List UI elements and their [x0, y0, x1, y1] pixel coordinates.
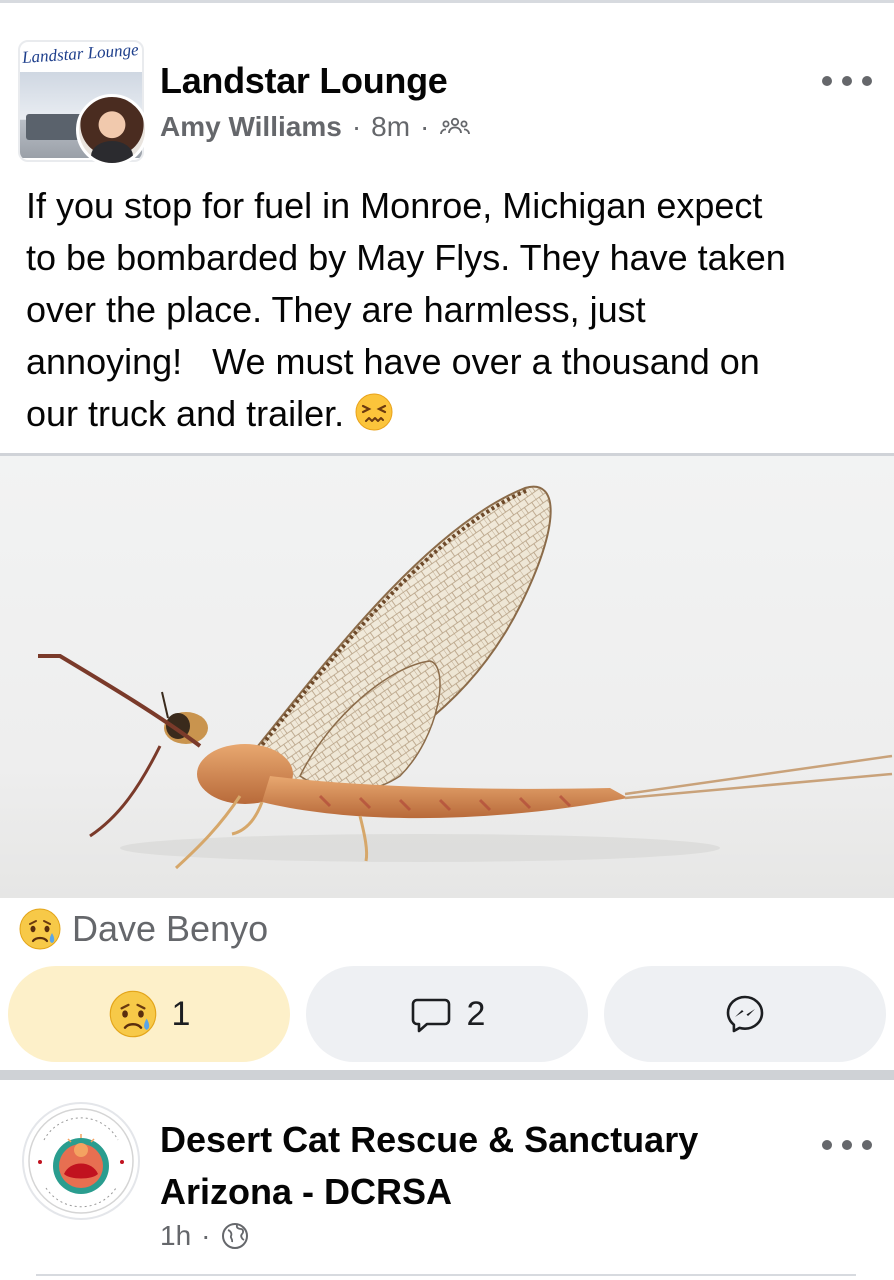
reactor-name: Dave Benyo — [72, 908, 269, 949]
share-button[interactable] — [604, 966, 886, 1062]
post-text-line-last: our truck and trailer. — [26, 388, 876, 440]
more-dot-icon — [862, 76, 872, 86]
comment-button[interactable]: 2 — [306, 966, 588, 1062]
post-time[interactable]: 8m — [371, 111, 410, 143]
more-dot-icon — [822, 1140, 832, 1150]
post-meta-2: 1h · — [160, 1220, 250, 1252]
sad-face-icon — [19, 908, 61, 950]
group-name[interactable]: Landstar Lounge — [160, 60, 448, 102]
comment-count: 2 — [466, 994, 486, 1033]
bottom-divider — [36, 1274, 856, 1280]
globe-icon — [222, 1223, 249, 1249]
post-text-line: our truck and trailer. — [26, 393, 345, 434]
more-dot-icon — [842, 76, 852, 86]
author-name[interactable]: Amy Williams — [160, 111, 342, 143]
post-text-line: If you stop for fuel in Monroe, Michigan… — [26, 185, 763, 226]
reaction-button[interactable]: 1 — [8, 966, 290, 1062]
org-avatar[interactable] — [22, 1102, 140, 1220]
post-action-bar: 1 2 — [8, 966, 886, 1062]
reaction-count: 1 — [171, 994, 191, 1033]
post-text-line: annoying! We must have over a thousand o… — [26, 341, 760, 382]
feed-separator — [0, 1070, 894, 1080]
more-options-button[interactable] — [822, 1130, 872, 1160]
comment-icon — [411, 998, 450, 1033]
more-dot-icon — [822, 76, 832, 86]
post-header-2: Desert Cat Rescue & Sanctuary Arizona - … — [0, 1080, 894, 1280]
top-divider — [0, 0, 894, 3]
more-dot-icon — [862, 1140, 872, 1150]
author-avatar[interactable] — [76, 94, 148, 166]
org-name[interactable]: Desert Cat Rescue & Sanctuary Arizona - … — [160, 1114, 800, 1218]
post-header: Landstar Lounge Landstar Lounge Amy Will… — [0, 18, 894, 166]
meta-separator: · — [201, 1220, 211, 1251]
reactions-summary[interactable]: Dave Benyo — [18, 906, 268, 952]
more-options-button[interactable] — [822, 66, 872, 96]
post-text-line: to be bombarded by May Flys. They have t… — [26, 237, 786, 278]
post-time[interactable]: 1h — [160, 1220, 191, 1252]
post-text: If you stop for fuel in Monroe, Michigan… — [26, 180, 876, 440]
members-icon — [440, 117, 471, 135]
post-text-line: over the place. They are harmless, just — [26, 289, 646, 330]
confounded-face-icon — [355, 393, 393, 431]
post-meta: Amy Williams · 8m · — [160, 111, 471, 143]
group-logo-text: Landstar Lounge — [21, 40, 140, 68]
meta-separator: · — [351, 111, 362, 142]
mayfly-photo[interactable] — [0, 456, 894, 898]
sad-face-icon — [109, 990, 156, 1038]
meta-separator: · — [420, 111, 430, 142]
messenger-icon — [726, 995, 764, 1033]
mayfly-illustration — [38, 485, 893, 870]
more-dot-icon — [842, 1140, 852, 1150]
dcrsa-logo — [28, 1108, 134, 1214]
